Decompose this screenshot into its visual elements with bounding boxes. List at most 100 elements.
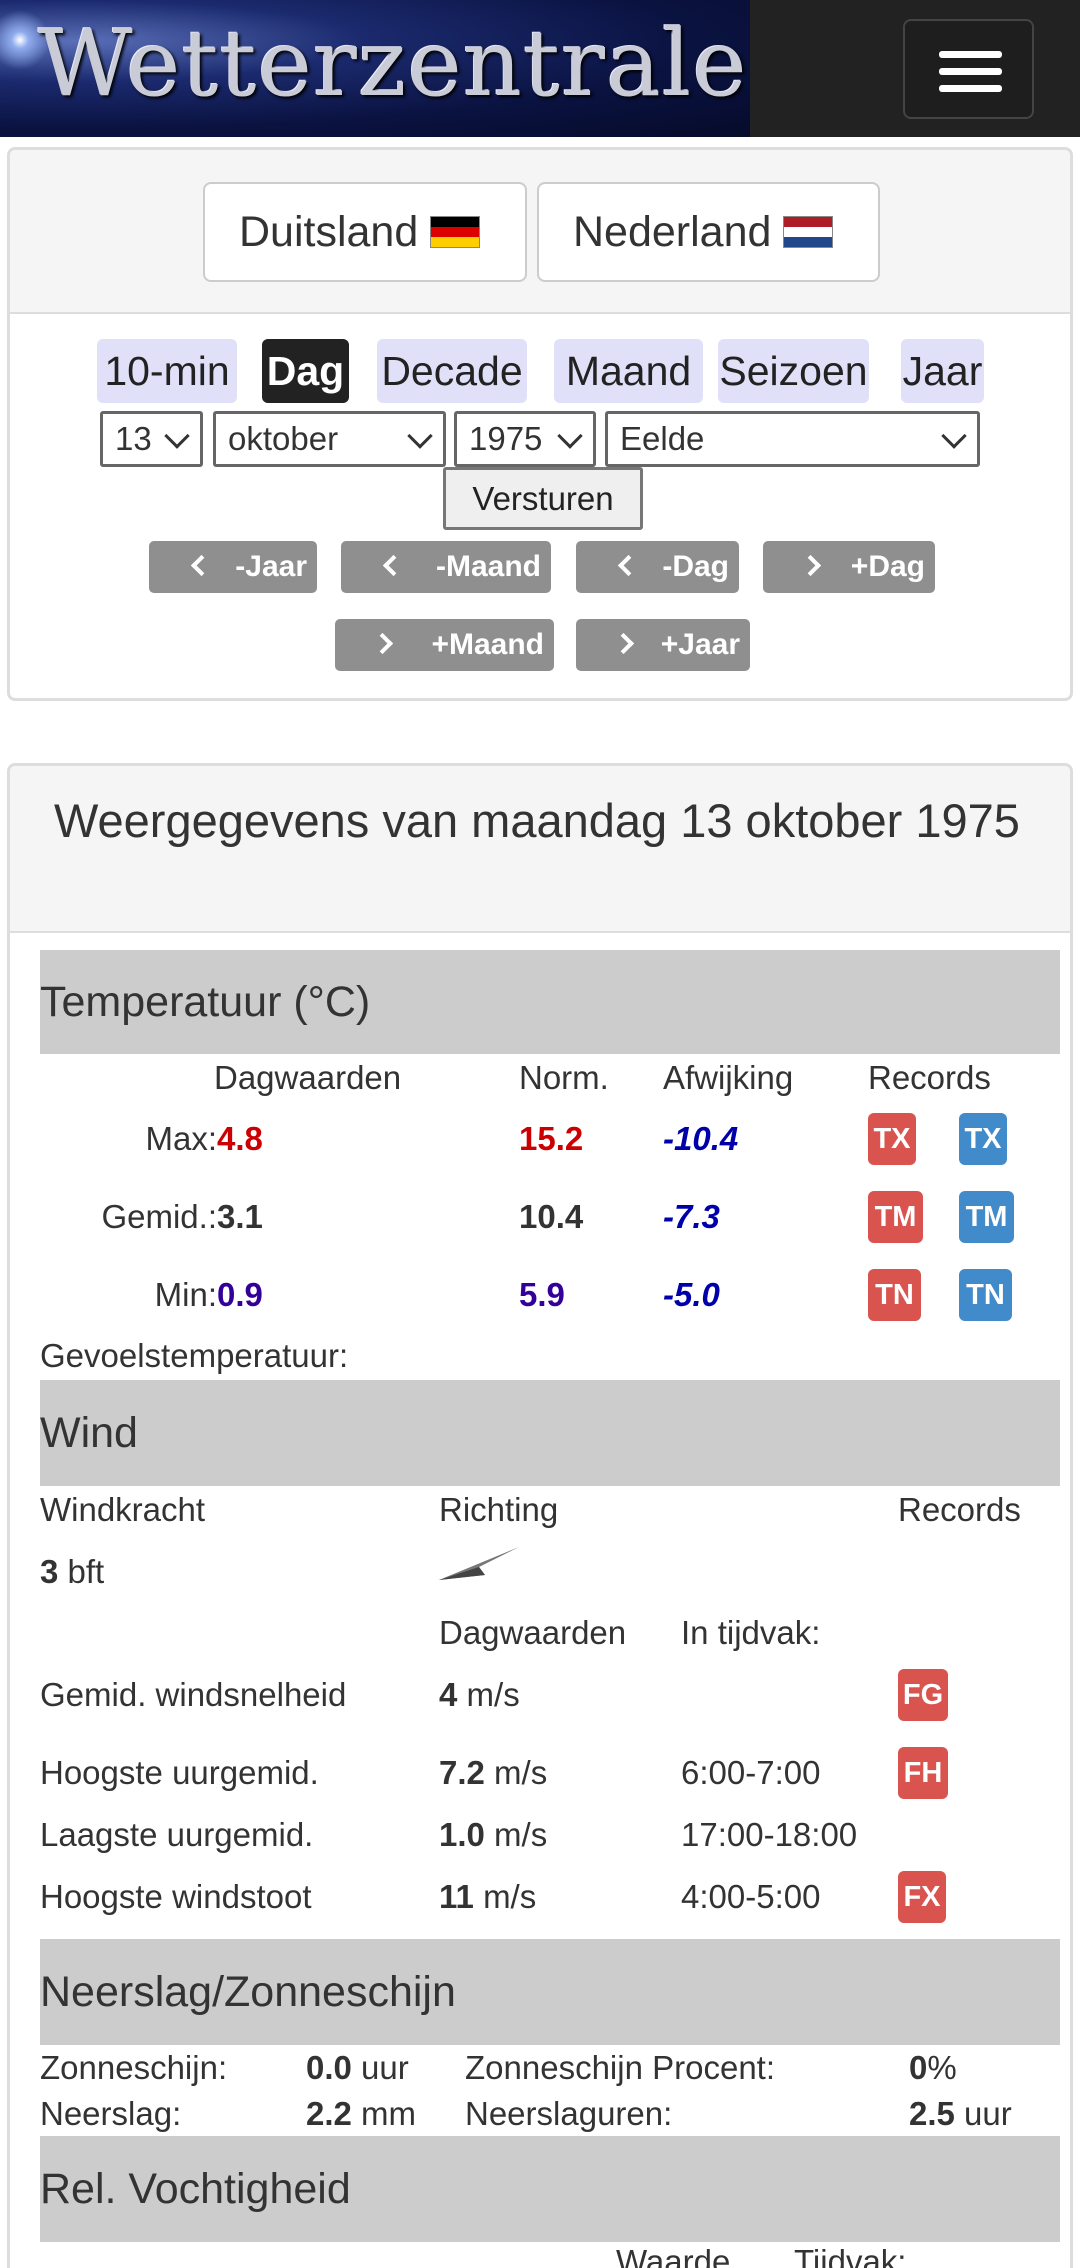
tab-dag[interactable]: Dag (262, 339, 349, 403)
temp-mean-value: 3.1 (217, 1198, 263, 1235)
wind-row-label: Hoogste uurgemid. (40, 1754, 319, 1791)
wind-force-value: 3 bft (40, 1553, 104, 1591)
temp-min-value: 0.9 (217, 1276, 263, 1313)
nav-label: -Maand (436, 550, 541, 583)
wind-force-unit: bft (67, 1553, 105, 1590)
temp-mean-norm: 10.4 (519, 1198, 584, 1235)
nav-label: -Dag (662, 550, 729, 583)
station-select[interactable]: Eelde (605, 411, 980, 467)
record-fg-badge[interactable]: FG (898, 1669, 948, 1721)
nav-next-month-button[interactable]: +Maand (335, 619, 554, 671)
tab-seizoen[interactable]: Seizoen (718, 339, 869, 403)
tab-decade[interactable]: Decade (377, 339, 527, 403)
site-logo[interactable]: Wetterzentrale (0, 0, 750, 137)
wind-value-unit: m/s (466, 1676, 520, 1713)
wind-row-period: 4:00-5:00 (681, 1878, 821, 1915)
temp-max-label: Max: (145, 1120, 217, 1157)
col-wind-day-values: Dagwaarden (439, 1614, 627, 1651)
record-tm-blue-badge[interactable]: TM (959, 1191, 1014, 1243)
col-norm: Norm. (519, 1059, 609, 1096)
section-wind: Wind (40, 1380, 1060, 1486)
temp-min-norm: 5.9 (519, 1276, 565, 1313)
nav-prev-year-button[interactable]: -Jaar (149, 541, 317, 593)
col-wind-period: In tijdvak: (681, 1614, 821, 1651)
chevron-right-icon (799, 554, 822, 577)
sunshine-label: Zonneschijn: (40, 2049, 228, 2086)
section-heading: Wind (40, 1408, 138, 1457)
wind-arrow-icon (439, 1547, 519, 1580)
record-fh-badge[interactable]: FH (898, 1747, 948, 1799)
col-humidity-value: Waarde (616, 2243, 731, 2268)
year-select[interactable]: 1975 (454, 411, 596, 467)
precip-hours-value: 2.5 uur (909, 2095, 1012, 2133)
wind-row-period: 17:00-18:00 (681, 1816, 858, 1853)
wind-row-value: 1.0 m/s (439, 1816, 547, 1854)
country-button-germany[interactable]: Duitsland (203, 182, 527, 282)
wind-value-unit: m/s (494, 1816, 548, 1853)
netherlands-flag-icon (783, 216, 834, 248)
submit-button[interactable]: Versturen (443, 467, 643, 530)
section-humidity: Rel. Vochtigheid (40, 2136, 1060, 2242)
chevron-right-icon (371, 632, 394, 655)
sunshine-percent-label: Zonneschijn Procent: (465, 2049, 776, 2086)
nav-label: -Jaar (235, 550, 307, 583)
sunshine-number: 0.0 (306, 2049, 352, 2086)
record-fx-badge[interactable]: FX (898, 1871, 946, 1923)
precip-label: Neerslag: (40, 2095, 182, 2132)
day-value: 13 (115, 420, 152, 457)
country-label: Nederland (573, 207, 772, 256)
wind-value-unit: m/s (494, 1754, 548, 1791)
page-title: Weergegevens van maandag 13 oktober 1975 (54, 794, 1020, 847)
col-wind-records: Records (898, 1491, 1021, 1528)
wind-row-label: Hoogste windstoot (40, 1878, 312, 1915)
record-tx-red-badge[interactable]: TX (868, 1113, 916, 1165)
hamburger-icon[interactable] (903, 19, 1034, 119)
section-temperature: Temperatuur (°C) (40, 950, 1060, 1054)
nav-label: +Maand (431, 628, 544, 661)
col-records: Records (868, 1059, 991, 1096)
tab-maand[interactable]: Maand (554, 339, 703, 403)
wind-row-label: Laagste uurgemid. (40, 1816, 314, 1853)
sunshine-percent-unit: % (927, 2049, 957, 2086)
month-select[interactable]: oktober (213, 411, 446, 467)
temp-min-label: Min: (154, 1276, 217, 1313)
temp-mean-label: Gemid.: (101, 1198, 217, 1235)
selection-panel: Duitsland Nederland 10-min Dag Decade Ma… (7, 147, 1073, 701)
section-heading: Neerslag/Zonneschijn (40, 1967, 456, 2016)
section-heading: Rel. Vochtigheid (40, 2164, 351, 2213)
temp-max-value: 4.8 (217, 1120, 263, 1157)
chevron-right-icon (612, 632, 635, 655)
temp-min-deviation: -5.0 (663, 1276, 720, 1313)
logo-text: Wetterzentrale (38, 10, 748, 117)
top-navbar: Wetterzentrale (0, 0, 1080, 137)
section-precipitation: Neerslag/Zonneschijn (40, 1939, 1060, 2045)
chevron-left-icon (190, 554, 213, 577)
report-header: Weergegevens van maandag 13 oktober 1975 (10, 766, 1070, 933)
country-label: Duitsland (239, 207, 419, 256)
month-value: oktober (228, 420, 339, 457)
nav-prev-day-button[interactable]: -Dag (576, 541, 739, 593)
chevron-down-icon (164, 423, 190, 449)
section-heading: Temperatuur (°C) (40, 977, 371, 1026)
wind-value-number: 7.2 (439, 1754, 485, 1791)
record-tn-blue-badge[interactable]: TN (959, 1269, 1012, 1321)
wind-value-unit: m/s (483, 1878, 537, 1915)
record-tx-blue-badge[interactable]: TX (959, 1113, 1007, 1165)
col-humidity-period: Tijdvak: (794, 2243, 907, 2268)
country-button-netherlands[interactable]: Nederland (537, 182, 880, 282)
temp-max-norm: 15.2 (519, 1120, 584, 1157)
tab-jaar[interactable]: Jaar (901, 339, 984, 403)
nav-prev-month-button[interactable]: -Maand (341, 541, 551, 593)
chevron-down-icon (407, 423, 433, 449)
col-wind-direction: Richting (439, 1491, 559, 1528)
nav-next-year-button[interactable]: +Jaar (576, 619, 750, 671)
precip-hours-label: Neerslaguren: (465, 2095, 673, 2132)
tab-10-min[interactable]: 10-min (97, 339, 237, 403)
country-selector: Duitsland Nederland (10, 150, 1070, 314)
record-tn-red-badge[interactable]: TN (868, 1269, 921, 1321)
nav-label: +Jaar (660, 628, 740, 661)
nav-next-day-button[interactable]: +Dag (763, 541, 935, 593)
day-select[interactable]: 13 (100, 411, 203, 467)
wind-value-number: 1.0 (439, 1816, 485, 1853)
record-tm-red-badge[interactable]: TM (868, 1191, 923, 1243)
